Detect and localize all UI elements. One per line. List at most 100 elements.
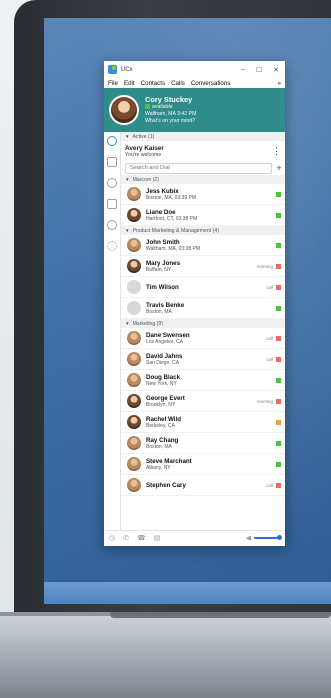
- menu-contacts[interactable]: Contacts: [141, 80, 165, 87]
- avatar: [127, 331, 141, 345]
- menu-file[interactable]: File: [108, 80, 118, 87]
- apps-grid-icon[interactable]: [107, 199, 117, 209]
- contact-subtitle: Buffalo, NY: [146, 266, 172, 273]
- contact-row[interactable]: Stephen Cary call: [121, 475, 285, 496]
- contact-row[interactable]: George Evert Brooklyn, NY meeting: [121, 391, 285, 412]
- history-icon[interactable]: [107, 178, 117, 188]
- add-contact-button[interactable]: +: [275, 163, 283, 173]
- gear-icon[interactable]: [107, 241, 117, 251]
- contact-subtitle: San Diego, CA: [146, 359, 180, 366]
- active-contact-message: You're welcome: [125, 151, 162, 158]
- contact-row[interactable]: Liane Doe Hartford, CT, 03:38 PM: [121, 205, 285, 226]
- contact-row[interactable]: Ray Chang Boston, MA: [121, 433, 285, 454]
- contact-row[interactable]: Doug Black New York, NY: [121, 370, 285, 391]
- desk-phone-icon[interactable]: ☎: [137, 534, 146, 542]
- contact-row[interactable]: Travis Benke Boston, MA: [121, 298, 285, 319]
- volume-control[interactable]: ◀: [245, 534, 282, 542]
- menu-conversations[interactable]: Conversations: [191, 80, 231, 87]
- contact-activity: call: [266, 284, 273, 290]
- avatar: [127, 478, 141, 492]
- contact-subtitle: Hartford, CT, 03:38 PM: [146, 215, 198, 222]
- presence-icon: [276, 419, 281, 425]
- group-header-active[interactable]: ▼ Active (1): [121, 132, 285, 141]
- close-button[interactable]: ✕: [273, 66, 279, 74]
- contact-name: Stephen Cary: [146, 481, 186, 489]
- globe-icon[interactable]: [107, 220, 117, 230]
- contact-name: Dane Swensen: [146, 331, 190, 339]
- avatar: [127, 415, 141, 429]
- contact-row[interactable]: Jess Kubix Boston, MA, 03:39 PM: [121, 184, 285, 205]
- ucx-window: UCx – ☐ ✕ File Edit Contacts Calls Conve…: [104, 61, 285, 546]
- contact-name: Mary Jones: [146, 259, 181, 267]
- contact-name: Travis Benke: [146, 301, 185, 309]
- group-label: Marcom (2): [132, 176, 159, 183]
- presence-icon: [276, 482, 281, 488]
- contacts-icon[interactable]: [107, 136, 117, 146]
- clock-icon[interactable]: ◷: [109, 534, 115, 542]
- profile-avatar[interactable]: [109, 95, 139, 125]
- search-input[interactable]: [125, 162, 272, 174]
- profile-header: Cory Stuckey available Waltham, MA 3:42 …: [104, 88, 285, 132]
- profile-name: Cory Stuckey: [145, 95, 193, 104]
- contact-name: Rachel Wild: [146, 415, 182, 423]
- chevron-down-icon: ▼: [125, 177, 130, 182]
- contact-subtitle: Brooklyn, NY: [146, 401, 176, 408]
- group-header[interactable]: ▼ Product Marketing & Management (4): [121, 226, 285, 235]
- contact-subtitle: Boston, MA, 03:39 PM: [146, 194, 197, 201]
- contact-row[interactable]: Tim Wilson call: [121, 277, 285, 298]
- contact-name: George Evert: [146, 394, 185, 402]
- chevron-down-icon: ▼: [125, 134, 130, 139]
- contact-activity: meeting: [256, 398, 273, 404]
- avatar: [127, 208, 141, 222]
- presence-icon: [276, 335, 281, 341]
- presence-icon: [276, 461, 281, 467]
- contact-row[interactable]: Dane Swensen Los Angeles, CA call: [121, 328, 285, 349]
- group-label: Active (1): [132, 133, 155, 140]
- dialpad-icon[interactable]: [107, 157, 117, 167]
- presence-icon: [276, 305, 281, 311]
- contact-row[interactable]: Steve Marchant Albany, NY: [121, 454, 285, 475]
- group-header[interactable]: ▼ Marcom (2): [121, 175, 285, 184]
- minimize-button[interactable]: –: [241, 66, 245, 74]
- contact-name: Liane Doe: [146, 208, 176, 216]
- profile-mood[interactable]: What's on your mind?: [145, 118, 196, 125]
- presence-icon: [276, 377, 281, 383]
- active-contact-name: Avery Kaiser: [125, 144, 164, 152]
- contact-list: ▼ Active (1) Avery Kaiser You're welcome …: [121, 132, 285, 530]
- contact-subtitle: Albany, NY: [146, 464, 171, 471]
- presence-icon: [276, 284, 281, 290]
- group-header[interactable]: ▼ Marketing (9): [121, 319, 285, 328]
- maximize-button[interactable]: ☐: [256, 66, 262, 74]
- active-conversation[interactable]: Avery Kaiser You're welcome ⋮: [121, 141, 285, 161]
- contact-row[interactable]: Mary Jones Buffalo, NY meeting: [121, 256, 285, 277]
- volume-knob[interactable]: [277, 535, 282, 540]
- contact-row[interactable]: Rachel Wild Berkeley, CA: [121, 412, 285, 433]
- avatar: [127, 394, 141, 408]
- contact-name: Doug Black: [146, 373, 181, 381]
- phone-icon[interactable]: ✆: [123, 534, 129, 542]
- contact-activity: call: [266, 482, 273, 488]
- presence-icon: [276, 242, 281, 248]
- more-options-icon[interactable]: ⋮: [272, 146, 281, 157]
- presence-icon: [276, 440, 281, 446]
- profile-status-label: available: [152, 104, 173, 110]
- menu-more-button[interactable]: »: [278, 80, 281, 87]
- avatar: [127, 301, 141, 315]
- contact-row[interactable]: John Smith Waltham, MA, 03:38 PM: [121, 235, 285, 256]
- taskbar: [44, 582, 331, 604]
- contact-row[interactable]: David Jahns San Diego, CA call: [121, 349, 285, 370]
- group-label: Product Marketing & Management (4): [132, 227, 219, 234]
- contact-subtitle: New York, NY: [146, 380, 177, 387]
- presence-icon: [276, 191, 281, 197]
- volume-slider[interactable]: [254, 535, 282, 540]
- menu-calls[interactable]: Calls: [171, 80, 185, 87]
- keypad-icon[interactable]: ▤: [154, 534, 161, 542]
- contact-name: Tim Wilson: [146, 283, 179, 291]
- avatar: [127, 436, 141, 450]
- presence-icon: [276, 212, 281, 218]
- menu-edit[interactable]: Edit: [124, 80, 135, 87]
- contact-name: Steve Marchant: [146, 457, 192, 465]
- laptop-hinge: [110, 612, 331, 618]
- profile-status[interactable]: available: [145, 104, 196, 111]
- speaker-icon: ◀: [245, 535, 251, 542]
